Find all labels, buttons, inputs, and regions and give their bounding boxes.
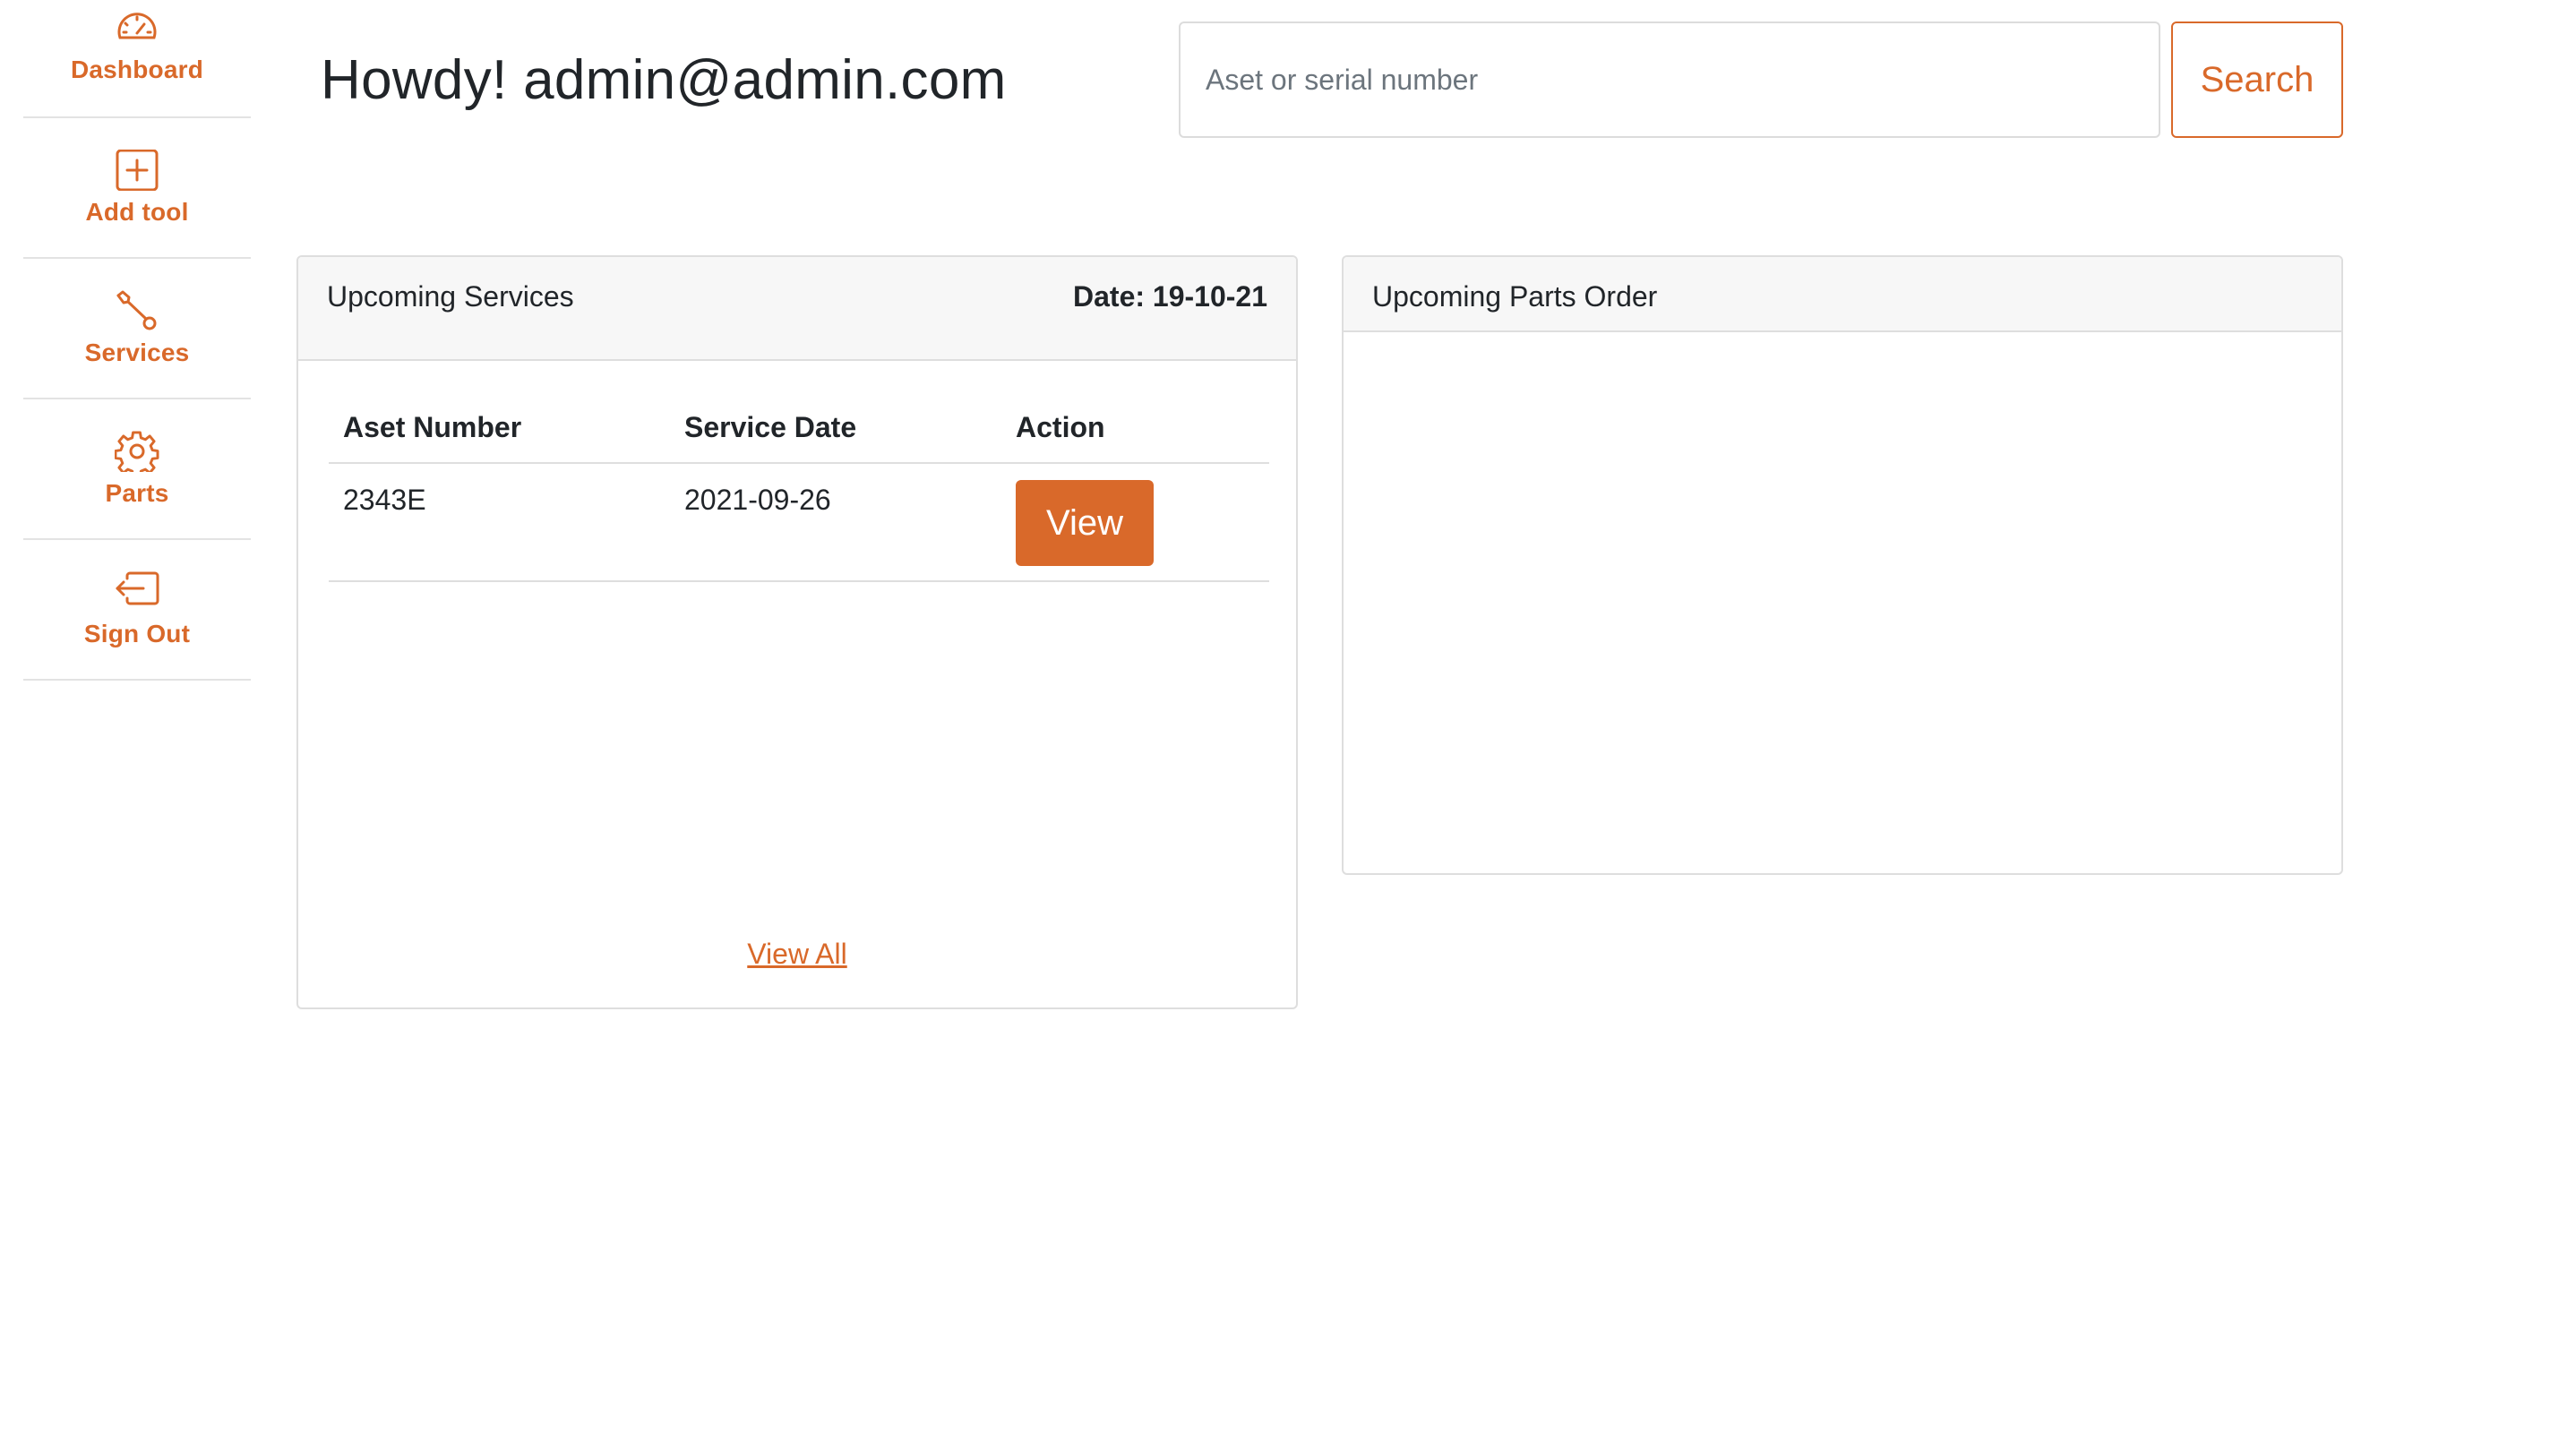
sidebar-item-add-tool[interactable]: Add tool [23, 118, 251, 259]
sidebar-item-dashboard[interactable]: Dashboard [23, 0, 251, 118]
sidebar-item-sign-out[interactable]: Sign Out [23, 540, 251, 681]
cell-service-date: 2021-09-26 [670, 463, 1001, 582]
view-button[interactable]: View [1016, 480, 1154, 566]
gear-icon [115, 430, 159, 472]
services-table: Aset Number Service Date Action 2343E 20… [329, 391, 1269, 582]
date-label: Date: 19-10-21 [1073, 280, 1267, 313]
column-header-action: Action [1001, 391, 1269, 464]
card-title: Upcoming Services [327, 280, 574, 313]
sidebar: Dashboard Add tool Services Parts Sign O… [23, 0, 251, 681]
search-button[interactable]: Search [2171, 21, 2343, 138]
sidebar-item-label: Add tool [85, 197, 189, 226]
upcoming-parts-order-card: Upcoming Parts Order [1342, 255, 2343, 875]
card-header: Upcoming Parts Order [1344, 257, 2341, 332]
search-input[interactable] [1179, 21, 2160, 138]
column-header-service-date: Service Date [670, 391, 1001, 464]
table-row: 2343E 2021-09-26 View [329, 463, 1269, 582]
sidebar-item-label: Services [84, 338, 190, 366]
cell-action: View [1001, 463, 1269, 582]
cell-asset-number: 2343E [329, 463, 670, 582]
speedometer-icon [117, 13, 157, 39]
sidebar-item-label: Dashboard [70, 56, 204, 83]
wrench-icon [116, 290, 157, 330]
page-greeting: Howdy! admin@admin.com [321, 49, 1007, 111]
sidebar-item-label: Sign Out [83, 619, 191, 647]
view-all-link[interactable]: View All [298, 938, 1296, 971]
table-header-row: Aset Number Service Date Action [329, 391, 1269, 464]
box-arrow-left-icon [116, 571, 159, 604]
column-header-asset-number: Aset Number [329, 391, 670, 464]
sidebar-item-parts[interactable]: Parts [23, 399, 251, 540]
sidebar-item-label: Parts [105, 478, 169, 507]
card-header: Upcoming Services Date: 19-10-21 [298, 257, 1296, 361]
card-title: Upcoming Parts Order [1372, 280, 1658, 313]
plus-square-icon [116, 149, 159, 191]
upcoming-services-card: Upcoming Services Date: 19-10-21 Aset Nu… [296, 255, 1298, 1009]
sidebar-item-services[interactable]: Services [23, 259, 251, 399]
